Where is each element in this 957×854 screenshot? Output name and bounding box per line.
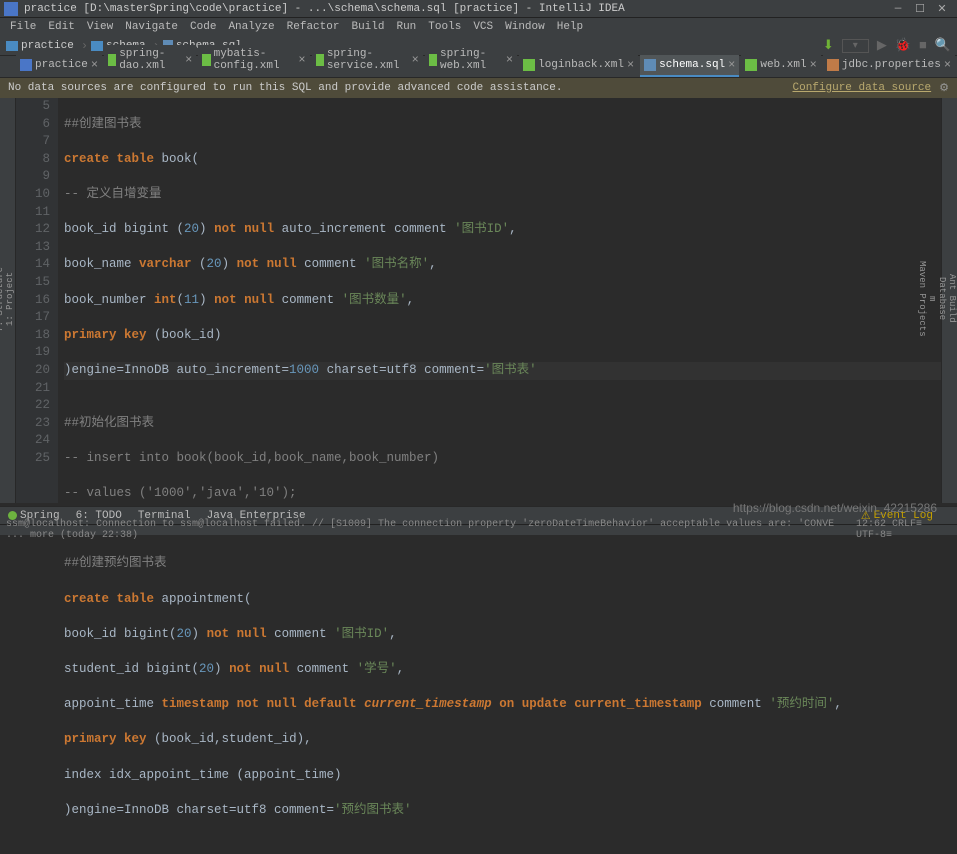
tab-spring-dao-xml[interactable]: spring-dao.xml× bbox=[104, 45, 196, 77]
tool-m[interactable]: m bbox=[927, 296, 937, 301]
tab-practice[interactable]: practice× bbox=[16, 55, 102, 77]
tab-schema-sql[interactable]: schema.sql× bbox=[640, 55, 739, 77]
editor-tabs: practice×spring-dao.xml×mybatis-config.x… bbox=[0, 56, 957, 78]
tab-spring-service-xml[interactable]: spring-service.xml× bbox=[312, 45, 423, 77]
notice-text: No data sources are configured to run th… bbox=[8, 82, 563, 94]
build-icon[interactable]: ⬇ bbox=[823, 38, 834, 53]
stop-icon[interactable]: ■ bbox=[919, 38, 927, 53]
tab-mybatis-config-xml[interactable]: mybatis-config.xml× bbox=[198, 45, 309, 77]
file-icon bbox=[202, 54, 210, 66]
file-icon bbox=[523, 59, 535, 71]
close-icon[interactable]: × bbox=[185, 53, 192, 67]
maximize-button[interactable]: ☐ bbox=[909, 2, 931, 16]
left-tool-strip: 1: Project7: Structure2: FavoritesUWeb bbox=[0, 98, 16, 503]
tool-project[interactable]: 1: Project bbox=[5, 272, 15, 326]
menu-analyze[interactable]: Analyze bbox=[222, 21, 280, 33]
menu-code[interactable]: Code bbox=[184, 21, 222, 33]
tool-structure[interactable]: 7: Structure bbox=[0, 267, 5, 332]
code-area[interactable]: ##创建图书表 create table book( -- 定义自增变量 boo… bbox=[58, 98, 957, 503]
app-icon bbox=[4, 2, 18, 16]
titlebar: practice [D:\masterSpring\code\practice]… bbox=[0, 0, 957, 18]
status-text: ssm@localhost: Connection to ssm@localho… bbox=[6, 519, 856, 541]
line-gutter: 5678910111213141516171819202122232425 bbox=[16, 98, 58, 503]
tool-antbuild[interactable]: Ant Build bbox=[947, 274, 957, 323]
editor-area: 1: Project7: Structure2: FavoritesUWeb 5… bbox=[0, 98, 957, 503]
menu-help[interactable]: Help bbox=[551, 21, 589, 33]
close-icon[interactable]: × bbox=[810, 58, 817, 72]
tab-jdbc-properties[interactable]: jdbc.properties× bbox=[823, 55, 955, 77]
file-icon bbox=[745, 59, 757, 71]
menu-vcs[interactable]: VCS bbox=[467, 21, 499, 33]
run-config[interactable]: ▾ bbox=[842, 39, 869, 53]
menu-window[interactable]: Window bbox=[499, 21, 551, 33]
file-icon bbox=[20, 59, 32, 71]
menu-view[interactable]: View bbox=[81, 21, 119, 33]
minimize-button[interactable]: — bbox=[887, 3, 909, 15]
debug-icon[interactable]: 🐞 bbox=[895, 38, 911, 53]
search-icon[interactable]: 🔍 bbox=[935, 38, 951, 53]
file-icon bbox=[316, 54, 324, 66]
close-button[interactable]: ✕ bbox=[931, 2, 953, 16]
tool-database[interactable]: Database bbox=[937, 277, 947, 320]
notice-bar: No data sources are configured to run th… bbox=[0, 78, 957, 98]
close-icon[interactable]: × bbox=[412, 53, 419, 67]
menu-edit[interactable]: Edit bbox=[42, 21, 80, 33]
menu-file[interactable]: File bbox=[4, 21, 42, 33]
notice-action[interactable]: Configure data source bbox=[793, 82, 932, 94]
close-icon[interactable]: × bbox=[298, 53, 305, 67]
menu-navigate[interactable]: Navigate bbox=[119, 21, 184, 33]
breadcrumb-project[interactable]: practice bbox=[6, 40, 74, 52]
window-title: practice [D:\masterSpring\code\practice]… bbox=[24, 3, 887, 15]
status-bar: ssm@localhost: Connection to ssm@localho… bbox=[0, 524, 957, 535]
tab-loginback-xml[interactable]: loginback.xml× bbox=[519, 55, 638, 77]
close-icon[interactable]: × bbox=[728, 58, 735, 72]
tab-spring-web-xml[interactable]: spring-web.xml× bbox=[425, 45, 517, 77]
menu-refactor[interactable]: Refactor bbox=[281, 21, 346, 33]
file-icon bbox=[827, 59, 839, 71]
tab-web-xml[interactable]: web.xml× bbox=[741, 55, 820, 77]
close-icon[interactable]: × bbox=[944, 58, 951, 72]
close-icon[interactable]: × bbox=[506, 53, 513, 67]
right-tool-strip: Ant BuildDatabasemMaven Projects bbox=[941, 98, 957, 503]
run-icon[interactable]: ▶ bbox=[877, 38, 887, 53]
menu-tools[interactable]: Tools bbox=[422, 21, 467, 33]
file-icon bbox=[108, 54, 116, 66]
gear-icon[interactable]: ⚙ bbox=[939, 81, 949, 95]
tool-mavenprojects[interactable]: Maven Projects bbox=[917, 261, 927, 337]
close-icon[interactable]: × bbox=[627, 58, 634, 72]
status-right: 12:62 CRLF≡ UTF-8≡ bbox=[856, 519, 951, 541]
file-icon bbox=[429, 54, 437, 66]
close-icon[interactable]: × bbox=[91, 58, 98, 72]
menu-build[interactable]: Build bbox=[345, 21, 390, 33]
menu-run[interactable]: Run bbox=[390, 21, 422, 33]
file-icon bbox=[644, 59, 656, 71]
menubar: FileEditViewNavigateCodeAnalyzeRefactorB… bbox=[0, 18, 957, 36]
